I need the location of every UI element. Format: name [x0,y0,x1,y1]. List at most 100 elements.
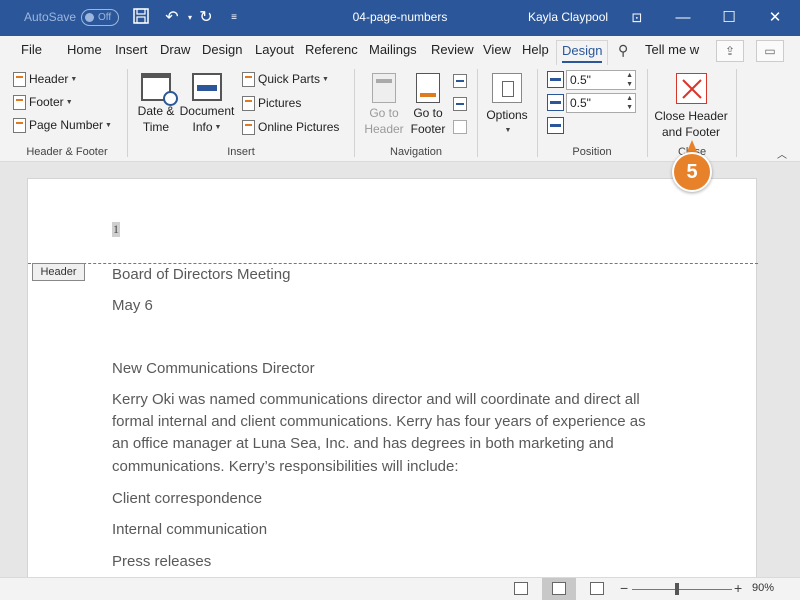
header-button-label: Header [29,72,69,86]
tab-view[interactable]: View [483,42,511,57]
group-label-position: Position [572,146,612,158]
footer-from-bottom-icon [547,94,564,111]
close-header-footer-label-1: Close Header [654,109,728,123]
close-header-footer-label-2: and Footer [661,125,721,139]
comments-icon[interactable]: ▭ [756,40,784,62]
close-header-footer-button[interactable]: Close Header and Footer [651,73,731,140]
pictures-button[interactable]: Pictures [242,96,302,112]
next-section-icon[interactable] [453,97,467,111]
read-mode-icon[interactable] [514,582,528,595]
footer-button-label: Footer [29,95,64,109]
paragraph-line[interactable]: communications. Kerry’s responsibilities… [112,456,672,479]
footer-from-bottom-input[interactable]: 0.5" ▲ ▼ [566,93,636,113]
tell-me-search[interactable]: Tell me w [645,42,699,57]
group-separator [477,69,478,157]
tab-home[interactable]: Home [67,42,102,57]
document-info-button[interactable]: Document Info ▼ [178,73,236,136]
ribbon-tabs: File Home Insert Draw Design Layout Refe… [0,36,800,65]
footer-icon [13,95,26,111]
close-window-icon[interactable]: ✕ [752,0,798,36]
online-pictures-button[interactable]: Online Pictures [242,120,340,136]
pictures-label: Pictures [258,96,302,110]
options-button[interactable]: Options ▼ [484,73,530,139]
tab-header-footer-design-label: Design [562,43,603,58]
tab-layout[interactable]: Layout [255,42,294,57]
quick-parts-button[interactable]: Quick Parts ▼ [242,72,329,88]
lightbulb-search-icon[interactable]: ⚲ [618,42,628,59]
chevron-down-icon: ▼ [65,99,73,107]
chevron-down-icon: ▼ [214,123,222,131]
document-page[interactable]: 1 Header Board of Directors Meeting May … [27,178,758,577]
tab-references[interactable]: Referenc [305,42,358,57]
go-to-footer-icon [416,73,440,103]
minimize-icon[interactable]: — [660,0,706,36]
zoom-out-icon[interactable]: − [620,580,628,596]
tab-insert[interactable]: Insert [115,42,148,57]
options-icon [492,73,522,103]
document-title[interactable]: Board of Directors Meeting [112,264,672,286]
go-to-header-label-2: Header [364,122,404,136]
collapse-ribbon-icon[interactable]: ︿ [777,146,787,161]
go-to-header-icon [372,73,396,103]
tab-draw[interactable]: Draw [160,42,190,57]
tab-design[interactable]: Design [202,42,242,57]
group-label-navigation: Navigation [390,146,442,158]
link-to-previous-icon[interactable] [453,120,467,134]
group-separator [127,69,128,157]
date-time-label-2: Time [142,120,170,134]
group-separator [736,69,737,157]
group-separator [537,69,538,157]
paragraph-line[interactable]: an office manager at Luna Sea, Inc. and … [112,433,672,456]
insert-alignment-tab-icon[interactable] [547,117,564,134]
page-number-button[interactable]: Page Number ▼ [13,118,112,134]
go-to-header-button[interactable]: Go to Header [362,73,406,137]
header-from-top-input[interactable]: 0.5" ▲ ▼ [566,70,636,90]
online-pictures-label: Online Pictures [258,120,340,134]
share-icon[interactable]: ⇪ [716,40,744,62]
tab-review[interactable]: Review [431,42,474,57]
online-pictures-icon [242,120,255,136]
paragraph-line[interactable]: Kerry Oki was named communications direc… [112,389,672,412]
tab-mailings[interactable]: Mailings [369,42,417,57]
document-info-label-2: Info [192,120,213,134]
header-page-number[interactable]: 1 [112,222,120,237]
header-band [376,79,392,83]
chevron-down-icon: ▼ [105,122,112,130]
go-to-footer-button[interactable]: Go to Footer [406,73,450,137]
print-layout-icon[interactable] [552,582,566,595]
list-item[interactable]: Client correspondence [112,488,672,510]
zoom-slider-thumb[interactable] [675,583,679,595]
user-name[interactable]: Kayla Claypool [528,10,608,24]
calendar-clock-icon [141,73,178,106]
group-separator [354,69,355,157]
footer-button[interactable]: Footer ▼ [13,95,73,111]
zoom-in-icon[interactable]: + [734,580,742,596]
spinner-arrows-icon[interactable]: ▲ ▼ [626,71,633,89]
quick-parts-icon [242,72,255,88]
document-date[interactable]: May 6 [112,295,672,317]
web-layout-icon[interactable] [590,582,604,595]
zoom-level[interactable]: 90% [752,582,774,594]
section-heading[interactable]: New Communications Director [112,358,672,380]
maximize-icon[interactable]: ☐ [706,0,752,36]
group-label-header-footer: Header & Footer [26,146,108,158]
tab-file[interactable]: File [21,42,42,57]
tab-help[interactable]: Help [522,42,549,57]
document-info-label-2-wrap: Info ▼ [178,119,236,136]
page-number-button-label: Page Number [29,118,104,132]
zoom-slider[interactable] [632,589,732,590]
list-item[interactable]: Press releases [112,551,672,573]
tab-header-footer-design[interactable]: Design [556,40,609,65]
date-time-button[interactable]: Date & Time [134,73,178,135]
footer-from-bottom-value: 0.5" [570,96,591,110]
header-tag: Header [32,263,85,281]
options-label: Options [486,108,528,122]
spinner-arrows-icon[interactable]: ▲ ▼ [626,94,633,112]
previous-section-icon[interactable] [453,74,467,88]
list-item[interactable]: Internal communication [112,519,672,541]
vertical-scrollbar[interactable] [784,162,800,577]
header-button[interactable]: Header ▼ [13,72,77,88]
paragraph-line[interactable]: formal internal and client communication… [112,411,672,434]
ribbon-display-options-icon[interactable]: ⊡ [614,0,660,36]
header-icon [13,72,26,88]
